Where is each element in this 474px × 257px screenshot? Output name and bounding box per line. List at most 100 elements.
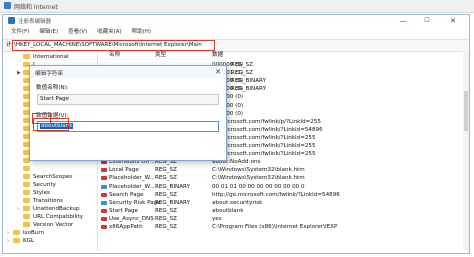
value-type: REG_SZ bbox=[155, 215, 177, 222]
list-row[interactable]: Local Page REG_SZ C:\Windows\System32\blan… bbox=[99, 166, 469, 174]
value-data: aboutblank bbox=[212, 207, 244, 214]
outer-window-titlebar: 网络和 Internet bbox=[0, 0, 474, 13]
folder-icon bbox=[23, 54, 30, 59]
value-data: go.microsoft.com/fwlink/?LinkId=255 bbox=[212, 143, 316, 149]
maximize-button[interactable]: ☐ bbox=[417, 16, 437, 26]
value-data: C:\Windows\System32\blank.htm bbox=[212, 167, 305, 174]
tree-node-label: Transitions bbox=[33, 198, 63, 204]
tree-node-label: SearchScopes bbox=[33, 174, 73, 180]
tree-node[interactable]: URL Compatibility bbox=[17, 213, 83, 221]
tree-node[interactable]: › UnattendBackup bbox=[17, 205, 80, 213]
menu-file[interactable]: 文件(F) bbox=[11, 27, 29, 37]
binary-value-icon bbox=[101, 200, 107, 205]
value-data: about:securityrisk bbox=[212, 199, 263, 206]
minimize-button[interactable]: — bbox=[393, 16, 413, 26]
string-value-icon bbox=[101, 216, 107, 221]
value-data: go.microsoft.com/fwlink/?LinkId=255 bbox=[212, 134, 316, 141]
string-value-icon bbox=[101, 176, 107, 181]
close-button[interactable]: ✕ bbox=[443, 16, 463, 26]
tree-node-label: Styles bbox=[33, 190, 50, 196]
regedit-app-icon bbox=[8, 17, 15, 24]
tree-node-label: IsoBurn bbox=[23, 230, 45, 236]
value-name: Use_Async_DNS bbox=[109, 215, 154, 222]
tree-node-label: KGL bbox=[23, 238, 35, 244]
value-type: REG_SZ bbox=[155, 224, 177, 230]
outer-window-title: 网络和 Internet bbox=[14, 4, 58, 11]
folder-icon bbox=[23, 222, 30, 227]
folder-icon bbox=[23, 182, 30, 187]
tree-node[interactable]: SearchScopes bbox=[17, 173, 72, 181]
list-row[interactable]: Search Page REG_SZ http://go.microsoft.com… bbox=[99, 191, 469, 199]
dialog-titlebar: 编辑字符串 ✕ bbox=[30, 66, 226, 78]
folder-icon bbox=[23, 166, 30, 171]
folder-icon bbox=[23, 198, 30, 203]
value-data: go.microsoft.com/fwlink/?LinkId=255 bbox=[212, 151, 316, 158]
value-name: Security Risk Page bbox=[109, 199, 161, 206]
value-type: REG_SZ bbox=[231, 62, 253, 68]
tree-node[interactable]: International bbox=[17, 53, 69, 61]
list-row[interactable]: Security Risk Page REG_BINARY about:securi… bbox=[99, 199, 469, 207]
list-row[interactable]: x86AppPath REG_SZ C:\Program Files (x86)\I… bbox=[99, 223, 469, 231]
value-name: Local Page bbox=[109, 167, 139, 174]
value-type: REG_SZ bbox=[155, 175, 177, 182]
string-value-icon bbox=[101, 225, 107, 229]
tree-node[interactable]: › IsoBurn bbox=[7, 229, 44, 237]
tree-node[interactable]: › KGL bbox=[7, 237, 34, 245]
dialog-title: 编辑字符串 bbox=[35, 71, 63, 77]
list-row[interactable]: Placeholder_W... REG_BINARY 00 01 01 00 00… bbox=[99, 183, 469, 191]
tree-node[interactable] bbox=[17, 165, 33, 173]
value-type: REG_SZ bbox=[155, 167, 177, 174]
folder-icon bbox=[23, 190, 30, 195]
folder-icon bbox=[23, 174, 30, 179]
list-header: 名称 类型 数据 bbox=[99, 51, 469, 59]
scrollbar-thumb[interactable] bbox=[464, 91, 468, 131]
tree-node[interactable]: Version Vector bbox=[17, 221, 73, 229]
binary-value-icon bbox=[101, 184, 107, 189]
list-row[interactable]: Use_Async_DNS REG_SZ yes bbox=[99, 215, 469, 223]
value-name-label: 数值名称(N): bbox=[36, 85, 69, 91]
folder-icon bbox=[13, 238, 20, 243]
value-type: REG_SZ bbox=[155, 191, 177, 198]
tree-node-label: Version Vector bbox=[33, 222, 74, 228]
tree-node[interactable]: Styles bbox=[17, 189, 50, 197]
value-type: REG_SZ bbox=[155, 207, 177, 214]
value-name-field[interactable]: Start Page bbox=[37, 94, 219, 105]
value-data: yes bbox=[212, 215, 222, 222]
vertical-scrollbar[interactable] bbox=[463, 51, 469, 251]
menu-bar: 文件(F) 编辑(E) 查看(V) 收藏夹(A) 帮助(H) bbox=[3, 27, 469, 37]
value-name: Start Page bbox=[109, 207, 138, 214]
header-data[interactable]: 数据 bbox=[212, 51, 223, 59]
address-path-input[interactable]: \HKEY_LOCAL_MACHINE\SOFTWARE\Microsoft\I… bbox=[12, 40, 215, 51]
value-name: Search Page bbox=[109, 191, 144, 198]
value-data: C:\Windows\System32\blank.htm bbox=[212, 175, 305, 182]
menu-help[interactable]: 帮助(H) bbox=[132, 27, 151, 37]
list-row[interactable]: Placeholder_W... REG_SZ C:\Windows\System3… bbox=[99, 174, 469, 182]
header-type[interactable]: 类型 bbox=[155, 51, 166, 59]
list-row[interactable]: Start Page REG_SZ aboutblank bbox=[99, 207, 469, 215]
tree-node[interactable]: Transitions bbox=[17, 197, 63, 205]
menu-edit[interactable]: 编辑(E) bbox=[39, 27, 58, 37]
header-name[interactable]: 名称 bbox=[109, 51, 120, 59]
tree-node-label: International bbox=[33, 54, 69, 60]
folder-icon bbox=[13, 230, 20, 235]
highlight-data-field bbox=[33, 118, 69, 131]
string-value-icon bbox=[101, 208, 107, 213]
value-name: x86AppPath bbox=[109, 224, 143, 230]
folder-icon bbox=[23, 206, 30, 211]
tree-node[interactable]: Security bbox=[17, 181, 56, 189]
dialog-close-button[interactable]: ✕ bbox=[213, 67, 223, 77]
value-data: 00 01 01 00 00 00 00 00 00 00 0 bbox=[212, 183, 305, 190]
value-data: http://go.microsoft.com/fwlink/?LinkId=5… bbox=[212, 191, 340, 198]
value-name: Placeholder_W... bbox=[109, 175, 155, 182]
value-type: REG_SZ bbox=[231, 70, 253, 77]
string-value-icon bbox=[101, 168, 107, 173]
edit-string-dialog: 编辑字符串 ✕ 数值名称(N): Start Page 数值数据(V): abo… bbox=[29, 65, 227, 161]
value-type: REG_BINARY bbox=[155, 183, 190, 190]
regedit-titlebar: 注册表编辑器 — ☐ ✕ bbox=[3, 15, 469, 27]
menu-favorites[interactable]: 收藏夹(A) bbox=[97, 27, 122, 37]
value-type: REG_BINARY bbox=[155, 199, 190, 206]
regedit-title: 注册表编辑器 bbox=[18, 19, 52, 25]
tree-node-label: URL Compatibility bbox=[33, 214, 84, 220]
menu-view[interactable]: 查看(V) bbox=[68, 27, 87, 37]
folder-icon bbox=[23, 214, 30, 219]
